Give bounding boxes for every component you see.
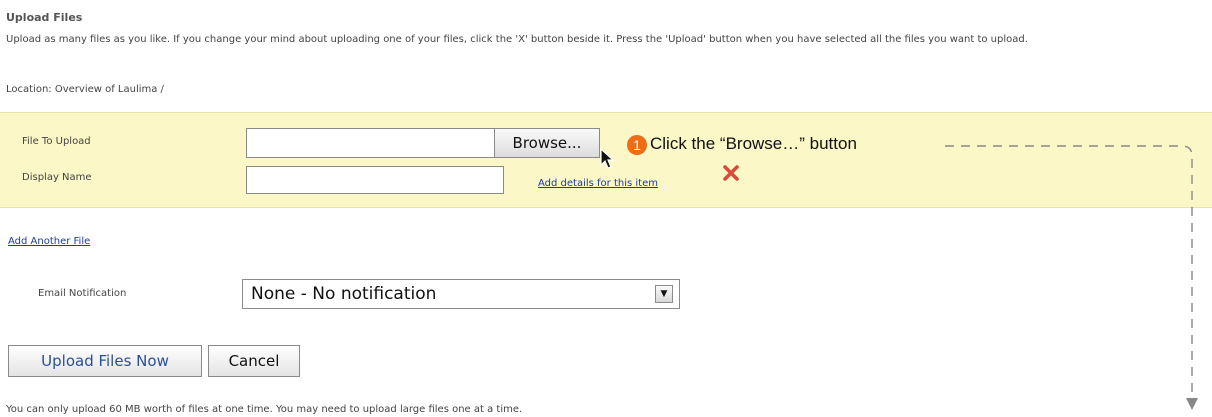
page-title: Upload Files: [6, 11, 83, 24]
chevron-down-icon[interactable]: ▼: [655, 285, 673, 303]
cancel-button[interactable]: Cancel: [208, 345, 300, 377]
display-name-label: Display Name: [22, 172, 92, 183]
location-breadcrumb: Location: Overview of Laulima /: [6, 84, 164, 95]
browse-button[interactable]: Browse...: [494, 128, 600, 158]
intro-text: Upload as many files as you like. If you…: [6, 34, 1028, 45]
arrow-head-icon: [1186, 398, 1198, 410]
upload-limit-note: You can only upload 60 MB worth of files…: [6, 404, 523, 415]
mouse-cursor-icon: [600, 148, 615, 169]
file-to-upload-label: File To Upload: [22, 136, 91, 147]
email-notification-select[interactable]: None - No notification ▼: [242, 279, 680, 309]
display-name-input[interactable]: [246, 166, 504, 194]
callout-text: Click the “Browse…” button: [650, 134, 857, 153]
add-details-link[interactable]: Add details for this item: [538, 178, 658, 189]
email-notification-label: Email Notification: [38, 288, 127, 299]
add-another-file-link[interactable]: Add Another File: [8, 236, 90, 247]
file-path-input[interactable]: [246, 128, 498, 158]
email-notification-value: None - No notification: [251, 284, 437, 304]
upload-files-now-button[interactable]: Upload Files Now: [8, 345, 202, 377]
step-number-badge: 1: [627, 135, 647, 155]
remove-x-icon[interactable]: [722, 164, 740, 182]
